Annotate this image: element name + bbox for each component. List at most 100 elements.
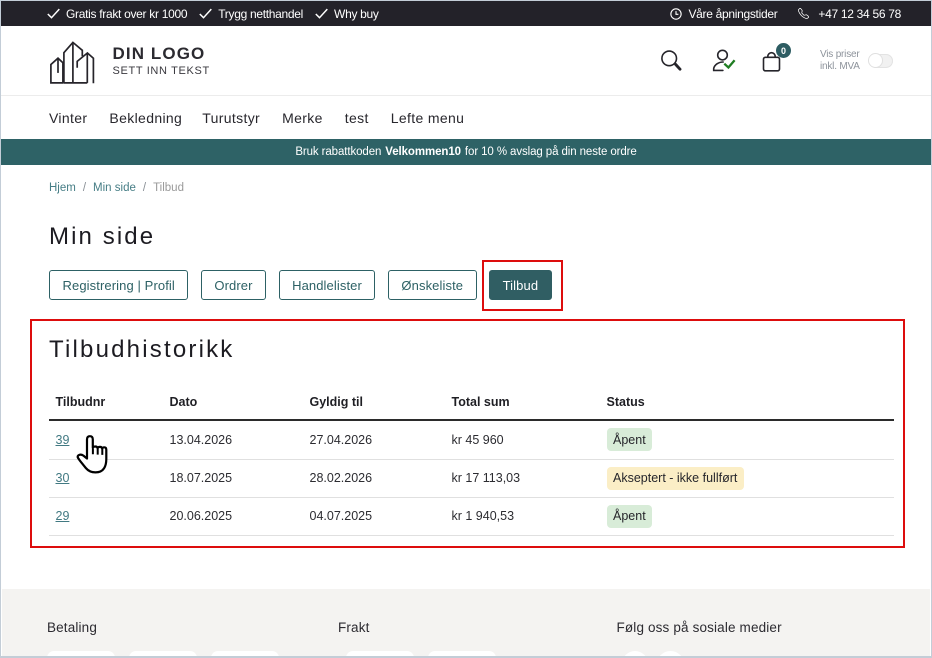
nav-item-test[interactable]: test	[345, 110, 369, 126]
logo-text: DIN LOGO SETT INN TEKST	[113, 44, 210, 77]
shipping-logo-placeholder	[428, 651, 496, 658]
social-icon-placeholder[interactable]	[657, 651, 684, 658]
shipping-logos	[338, 651, 617, 658]
cell-gyldig-til: 27.04.2026	[303, 420, 445, 459]
site-logo[interactable]: DIN LOGO SETT INN TEKST	[49, 38, 210, 84]
topbar-item-label: Trygg netthandel	[218, 7, 303, 21]
tab-handlelister[interactable]: Handlelister	[279, 270, 376, 300]
topbar-item-free-shipping[interactable]: Gratis frakt over kr 1000	[46, 6, 187, 21]
cart-count-badge: 0	[776, 43, 791, 58]
account-tabs: Registrering | Profil Ordrer Handleliste…	[49, 270, 883, 300]
nav-item-merke[interactable]: Merke	[282, 110, 323, 126]
promo-code: Velkommen10	[385, 146, 461, 158]
footer-col-betaling: Betaling	[47, 620, 338, 658]
offer-link-30[interactable]: 30	[56, 471, 70, 485]
table-row: 29 20.06.2025 04.07.2025 kr 1 940,53 Åpe…	[49, 497, 894, 535]
breadcrumb-separator: /	[83, 182, 86, 194]
footer-col-frakt: Frakt	[338, 620, 617, 658]
topbar-usp-group: Gratis frakt over kr 1000 Trygg netthand…	[46, 6, 379, 21]
topbar-item-label: Gratis frakt over kr 1000	[66, 7, 187, 21]
nav-item-turutstyr[interactable]: Turutstyr	[202, 110, 260, 126]
cell-total: kr 17 113,03	[445, 459, 600, 497]
topbar-item-safe-shopping[interactable]: Trygg netthandel	[198, 6, 303, 21]
vat-toggle-knob	[869, 54, 882, 67]
tab-registrering-profil[interactable]: Registrering | Profil	[49, 270, 188, 300]
offers-table: Tilbudnr Dato Gyldig til Total sum Statu…	[49, 395, 894, 536]
nav-item-lefte-menu[interactable]: Lefte menu	[391, 110, 465, 126]
section-title: Tilbudhistorikk	[49, 336, 883, 364]
browser-viewport: Gratis frakt over kr 1000 Trygg netthand…	[0, 0, 932, 658]
vat-toggle-label: Vis priser inkl. MVA	[820, 49, 862, 73]
table-header-row: Tilbudnr Dato Gyldig til Total sum Statu…	[49, 395, 894, 420]
shipping-logo-placeholder	[346, 651, 414, 658]
phone-link[interactable]: +47 12 34 56 78	[801, 7, 901, 21]
logo-buildings-icon	[49, 38, 96, 84]
col-dato: Dato	[163, 395, 303, 420]
check-icon	[198, 6, 213, 21]
offer-link-39[interactable]: 39	[56, 433, 70, 447]
cell-dato: 20.06.2025	[163, 497, 303, 535]
tab-onskeliste[interactable]: Ønskeliste	[388, 270, 477, 300]
topbar: Gratis frakt over kr 1000 Trygg netthand…	[1, 1, 931, 26]
promo-text-before: Bruk rabattkoden	[295, 146, 381, 158]
footer-col-social: Følg oss på sosiale medier	[617, 620, 782, 658]
promo-text-after: for 10 % avslag på din neste ordre	[465, 146, 637, 158]
payment-logo-placeholder	[47, 651, 115, 658]
payment-logo-placeholder	[129, 651, 197, 658]
cell-total: kr 45 960	[445, 420, 600, 459]
main-content: Hjem / Min side / Tilbud Min side Regist…	[1, 165, 931, 536]
check-icon	[46, 6, 61, 21]
main-nav: Vinter Bekledning Turutstyr Merke test L…	[1, 96, 931, 139]
table-row: 39 13.04.2026 27.04.2026 kr 45 960 Åpent	[49, 420, 894, 459]
col-total-sum: Total sum	[445, 395, 600, 420]
search-icon[interactable]	[661, 50, 682, 71]
logo-subtitle: SETT INN TEKST	[113, 65, 210, 77]
social-icons	[617, 651, 782, 658]
phone-number: +47 12 34 56 78	[818, 7, 901, 21]
payment-logos	[47, 651, 338, 658]
breadcrumb-tilbud: Tilbud	[153, 182, 184, 194]
footer-frakt-title: Frakt	[338, 620, 617, 635]
offer-link-29[interactable]: 29	[56, 509, 70, 523]
status-badge: Åpent	[607, 505, 653, 528]
vat-toggle[interactable]	[869, 54, 893, 68]
tilbudhistorikk-section: Tilbudhistorikk Tilbudnr Dato Gyldig til…	[49, 336, 883, 536]
breadcrumb-min-side[interactable]: Min side	[93, 182, 136, 194]
opening-hours-link[interactable]: Våre åpningstider	[670, 7, 777, 21]
table-row: 30 18.07.2025 28.02.2026 kr 17 113,03 Ak…	[49, 459, 894, 497]
cell-dato: 18.07.2025	[163, 459, 303, 497]
cart-icon[interactable]: 0	[762, 50, 782, 72]
nav-item-bekledning[interactable]: Bekledning	[109, 110, 182, 126]
logo-title: DIN LOGO	[113, 44, 210, 64]
tab-ordrer[interactable]: Ordrer	[201, 270, 266, 300]
site-footer: Betaling Frakt Følg oss på sosiale medie…	[2, 589, 930, 656]
breadcrumb: Hjem / Min side / Tilbud	[49, 165, 883, 194]
footer-betaling-title: Betaling	[47, 620, 338, 635]
tab-tilbud[interactable]: Tilbud	[489, 270, 552, 300]
opening-hours-label: Våre åpningstider	[688, 7, 777, 21]
topbar-contact-group: Våre åpningstider +47 12 34 56 78	[646, 7, 901, 21]
col-gyldig-til: Gyldig til	[303, 395, 445, 420]
col-tilbudnr: Tilbudnr	[49, 395, 163, 420]
cell-total: kr 1 940,53	[445, 497, 600, 535]
topbar-item-why-buy[interactable]: Why buy	[314, 6, 379, 21]
cell-dato: 13.04.2026	[163, 420, 303, 459]
page-title: Min side	[49, 223, 883, 251]
status-badge: Akseptert - ikke fullført	[607, 467, 744, 490]
breadcrumb-hjem[interactable]: Hjem	[49, 182, 76, 194]
payment-logo-placeholder	[211, 651, 279, 658]
breadcrumb-separator: /	[143, 182, 146, 194]
header-actions: 0 Vis priser inkl. MVA	[661, 49, 893, 73]
clock-icon	[670, 8, 682, 20]
promo-banner: Bruk rabattkoden Velkommen10 for 10 % av…	[1, 139, 931, 165]
account-icon[interactable]	[710, 49, 736, 73]
social-icon-placeholder[interactable]	[622, 651, 649, 658]
nav-item-vinter[interactable]: Vinter	[49, 110, 87, 126]
status-badge: Åpent	[607, 428, 653, 451]
cell-gyldig-til: 28.02.2026	[303, 459, 445, 497]
site-header: DIN LOGO SETT INN TEKST 0	[1, 26, 931, 96]
cell-gyldig-til: 04.07.2025	[303, 497, 445, 535]
topbar-item-label: Why buy	[334, 7, 379, 21]
col-status: Status	[600, 395, 894, 420]
check-icon	[314, 6, 329, 21]
